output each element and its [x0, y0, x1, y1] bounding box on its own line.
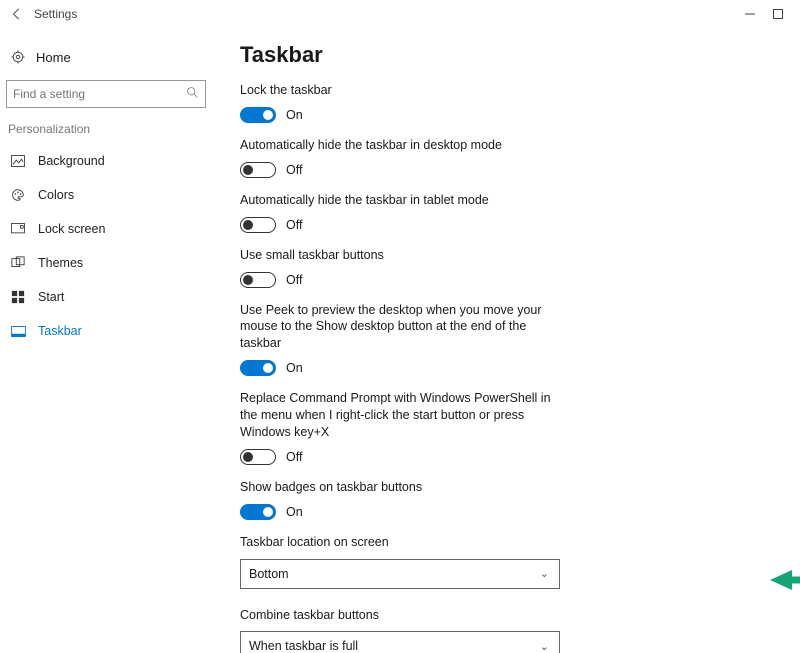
main-content: Taskbar Lock the taskbar On Automaticall… — [210, 28, 800, 653]
setting-label-peek: Use Peek to preview the desktop when you… — [240, 302, 570, 353]
sidebar-item-colors[interactable]: Colors — [4, 178, 210, 212]
sidebar: Home Personalization Background Colors — [0, 28, 210, 653]
toggle-state: Off — [286, 218, 302, 232]
annotation-arrow — [770, 566, 800, 594]
sidebar-item-label: Taskbar — [38, 324, 82, 338]
sidebar-item-lock-screen[interactable]: Lock screen — [4, 212, 210, 246]
page-title: Taskbar — [240, 42, 780, 68]
toggle-state: On — [286, 361, 303, 375]
lock-screen-icon — [10, 223, 26, 235]
chevron-down-icon: ⌄ — [540, 567, 549, 580]
sidebar-item-label: Start — [38, 290, 64, 304]
toggle-badges[interactable] — [240, 504, 276, 520]
sidebar-item-label: Background — [38, 154, 105, 168]
sidebar-item-start[interactable]: Start — [4, 280, 210, 314]
window-title: Settings — [34, 7, 77, 21]
title-bar: Settings — [0, 0, 800, 28]
chevron-down-icon: ⌄ — [540, 640, 549, 653]
image-icon — [10, 155, 26, 167]
setting-label-small-buttons: Use small taskbar buttons — [240, 247, 570, 264]
toggle-state: Off — [286, 163, 302, 177]
taskbar-icon — [10, 326, 26, 337]
sidebar-item-themes[interactable]: Themes — [4, 246, 210, 280]
start-icon — [10, 290, 26, 304]
search-field[interactable] — [13, 87, 186, 101]
sidebar-section-label: Personalization — [4, 118, 210, 144]
sidebar-item-label: Colors — [38, 188, 74, 202]
dropdown-value: Bottom — [249, 567, 289, 581]
setting-label-autohide-tablet: Automatically hide the taskbar in tablet… — [240, 192, 570, 209]
toggle-lock-taskbar[interactable] — [240, 107, 276, 123]
sidebar-item-taskbar[interactable]: Taskbar — [4, 314, 210, 348]
toggle-state: On — [286, 108, 303, 122]
toggle-autohide-desktop[interactable] — [240, 162, 276, 178]
toggle-state: Off — [286, 273, 302, 287]
sidebar-item-label: Themes — [38, 256, 83, 270]
palette-icon — [10, 188, 26, 202]
sidebar-item-background[interactable]: Background — [4, 144, 210, 178]
themes-icon — [10, 256, 26, 270]
sidebar-home[interactable]: Home — [4, 40, 210, 74]
search-input[interactable] — [6, 80, 206, 108]
minimize-button[interactable] — [736, 4, 764, 24]
setting-label-location: Taskbar location on screen — [240, 534, 570, 551]
dropdown-value: When taskbar is full — [249, 639, 358, 653]
toggle-peek[interactable] — [240, 360, 276, 376]
setting-label-combine: Combine taskbar buttons — [240, 607, 570, 624]
dropdown-taskbar-location[interactable]: Bottom ⌄ — [240, 559, 560, 589]
setting-label-autohide-desktop: Automatically hide the taskbar in deskto… — [240, 137, 570, 154]
sidebar-home-label: Home — [36, 50, 71, 65]
setting-label-powershell: Replace Command Prompt with Windows Powe… — [240, 390, 570, 441]
maximize-button[interactable] — [764, 4, 792, 24]
setting-label-lock: Lock the taskbar — [240, 82, 570, 99]
toggle-state: Off — [286, 450, 302, 464]
toggle-autohide-tablet[interactable] — [240, 217, 276, 233]
dropdown-combine-buttons[interactable]: When taskbar is full ⌄ — [240, 631, 560, 653]
gear-icon — [10, 50, 26, 64]
setting-label-badges: Show badges on taskbar buttons — [240, 479, 570, 496]
toggle-state: On — [286, 505, 303, 519]
toggle-small-buttons[interactable] — [240, 272, 276, 288]
search-icon — [186, 86, 199, 102]
back-button[interactable] — [6, 3, 28, 25]
sidebar-item-label: Lock screen — [38, 222, 105, 236]
toggle-powershell[interactable] — [240, 449, 276, 465]
